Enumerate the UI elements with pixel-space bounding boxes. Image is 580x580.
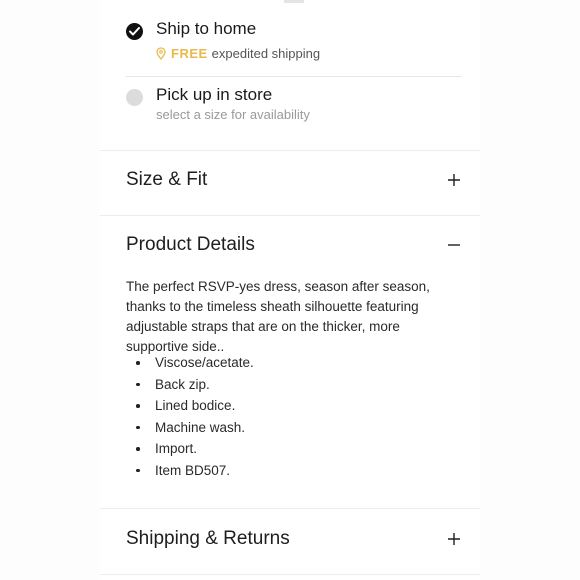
drag-handle <box>284 0 304 3</box>
ship-to-home-option[interactable]: Ship to home FREE expedited shipping <box>126 18 462 77</box>
checkmark-icon <box>129 27 140 36</box>
ship-to-home-subtitle-text: expedited shipping <box>211 46 321 61</box>
location-pin-icon <box>156 47 166 60</box>
size-fit-title: Size & Fit <box>126 169 208 190</box>
pick-up-label: Pick up in store <box>156 85 273 104</box>
divider <box>100 215 480 216</box>
pick-up-radio[interactable] <box>126 89 143 106</box>
shipping-returns-section-header[interactable]: Shipping & Returns <box>126 525 462 555</box>
divider <box>100 574 480 575</box>
size-fit-section-header[interactable]: Size & Fit <box>126 166 462 196</box>
product-details-title: Product Details <box>126 234 255 255</box>
divider <box>100 150 480 151</box>
divider <box>100 508 480 509</box>
plus-icon[interactable] <box>446 172 462 188</box>
product-description: The perfect RSVP-yes dress, season after… <box>126 279 430 354</box>
product-details-section-header[interactable]: Product Details <box>126 231 462 261</box>
feature-list: Viscose/acetate. Back zip. Lined bodice.… <box>126 352 456 482</box>
shipping-returns-title: Shipping & Returns <box>126 528 290 549</box>
pick-up-in-store-option[interactable]: Pick up in store select a size for avail… <box>126 84 462 134</box>
plus-icon[interactable] <box>446 531 462 547</box>
list-item: Back zip. <box>126 374 456 396</box>
ship-to-home-label: Ship to home <box>156 19 257 38</box>
list-item: Import. <box>126 438 456 460</box>
ship-to-home-subtitle: FREE expedited shipping <box>156 46 320 61</box>
list-item: Item BD507. <box>126 460 456 482</box>
ship-to-home-radio[interactable] <box>126 23 143 40</box>
list-item: Viscose/acetate. <box>126 352 456 374</box>
free-badge: FREE <box>171 46 208 61</box>
list-item: Machine wash. <box>126 417 456 439</box>
pick-up-subtitle: select a size for availability <box>156 107 310 122</box>
list-item: Lined bodice. <box>126 395 456 417</box>
minus-icon[interactable] <box>446 237 462 253</box>
page: Ship to home FREE expedited shipping Pick… <box>0 0 580 580</box>
